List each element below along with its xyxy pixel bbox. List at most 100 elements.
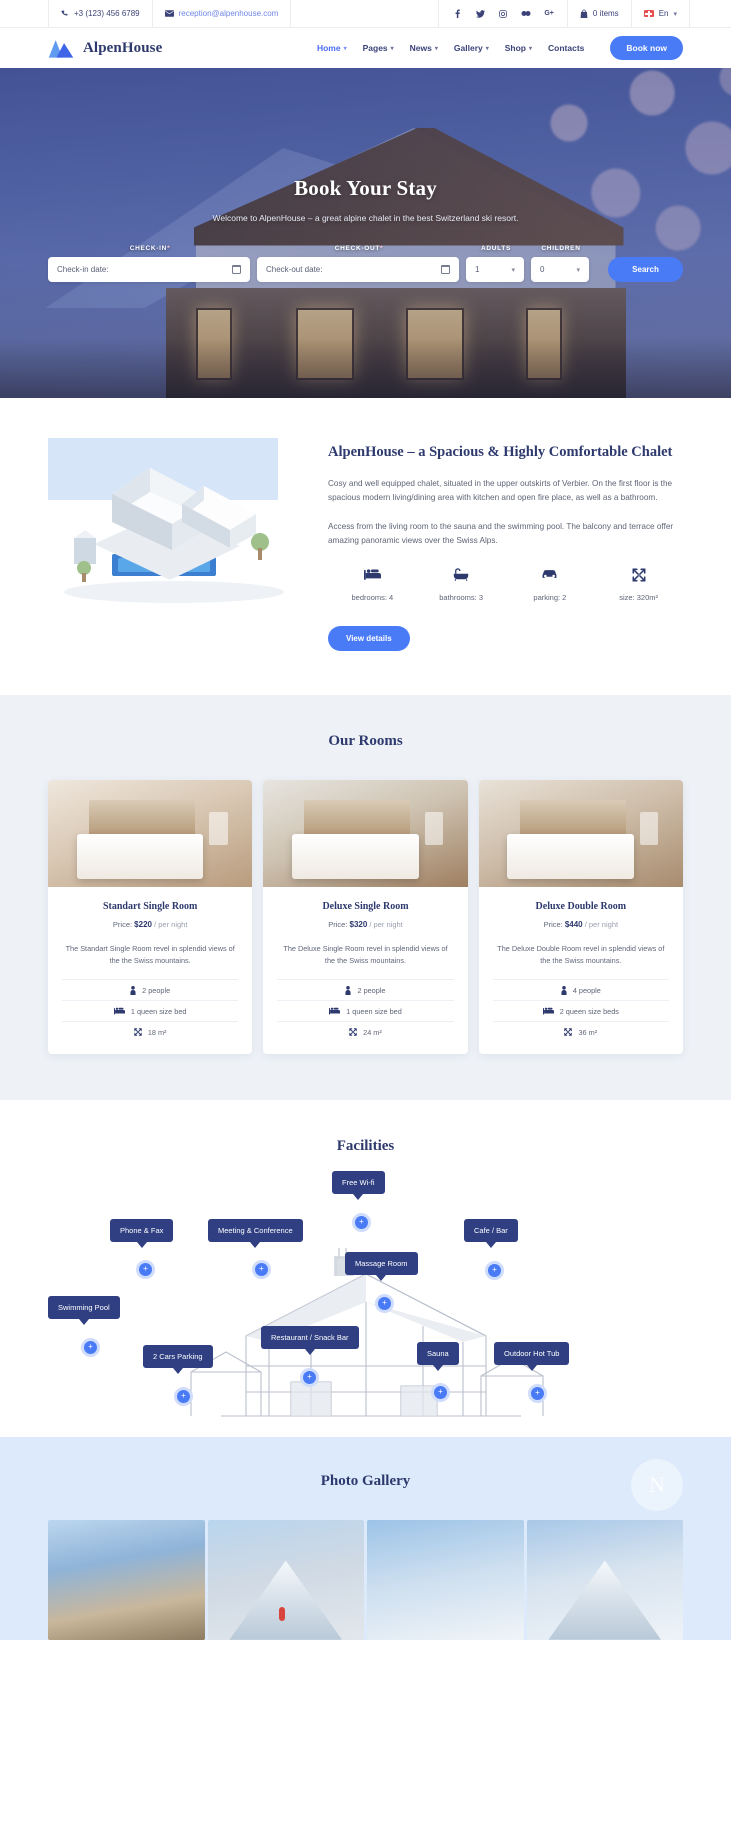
bed-icon: [328, 568, 417, 586]
room-spec-size: 24 m²: [277, 1020, 454, 1042]
facility-tag-restaurant-snack-bar[interactable]: Restaurant / Snack Bar: [261, 1325, 359, 1355]
room-card[interactable]: Deluxe Double Room Price: $440 / per nig…: [478, 780, 683, 1054]
checkout-date-input[interactable]: Check-out date:: [257, 257, 459, 282]
facility-pin-cafe-bar[interactable]: +: [485, 1260, 504, 1280]
facility-pin-massage-room[interactable]: +: [375, 1293, 394, 1313]
facility-pin-phone-fax[interactable]: +: [136, 1259, 155, 1279]
facility-pin-swimming-pool[interactable]: +: [81, 1337, 100, 1357]
email-address[interactable]: reception@alpenhouse.com: [179, 9, 279, 18]
instagram-icon[interactable]: [498, 9, 508, 19]
room-specs: 2 people 1 queen size bed 24 m²: [277, 978, 454, 1042]
required-marker: *: [167, 245, 171, 252]
facility-tag-massage-room[interactable]: Massage Room: [345, 1251, 418, 1281]
facility-tag-phone-fax[interactable]: Phone & Fax: [110, 1218, 174, 1248]
nav-item-news-label: News: [409, 43, 432, 53]
flickr-icon[interactable]: [521, 9, 531, 19]
room-lamp: [209, 812, 228, 845]
facility-tag-2-cars-parking[interactable]: 2 Cars Parking: [143, 1344, 213, 1374]
room-headboard: [519, 799, 626, 837]
view-details-button[interactable]: View details: [328, 626, 410, 652]
book-now-button[interactable]: Book now: [610, 36, 683, 60]
topbar-left-spacer: [0, 0, 48, 27]
checkout-placeholder: Check-out date:: [266, 265, 323, 274]
required-marker: *: [380, 245, 384, 252]
room-card[interactable]: Deluxe Single Room Price: $320 / per nig…: [263, 780, 468, 1054]
nav-item-contacts[interactable]: Contacts: [548, 43, 584, 53]
facility-tag-cafe-bar[interactable]: Cafe / Bar: [464, 1218, 518, 1248]
car-icon: [506, 568, 595, 586]
person-icon: [130, 985, 136, 995]
facility-tag-sauna[interactable]: Sauna: [417, 1341, 459, 1371]
stat-bedrooms: bedrooms: 4: [328, 568, 417, 602]
nav-item-contacts-label: Contacts: [548, 43, 585, 53]
chevron-down-icon: ▾: [511, 266, 515, 274]
nav-item-news[interactable]: News ▾: [410, 43, 438, 53]
room-spec-label: 24 m²: [363, 1027, 382, 1037]
facility-pin-2-cars-parking[interactable]: +: [174, 1386, 193, 1406]
price-value: $320: [349, 920, 368, 930]
facility-tag-swimming-pool[interactable]: Swimming Pool: [48, 1295, 120, 1325]
swiss-flag-icon: [643, 10, 654, 17]
mail-icon: [164, 10, 174, 17]
twitter-icon[interactable]: [475, 9, 485, 19]
facility-label: Phone & Fax: [120, 1225, 164, 1235]
facility-tag-meeting-conference[interactable]: Meeting & Conference: [208, 1218, 303, 1248]
cart-item[interactable]: 0 items: [566, 0, 631, 27]
phone-item[interactable]: +3 (123) 456 6789: [48, 0, 152, 27]
facility-pin-restaurant-snack-bar[interactable]: +: [300, 1367, 319, 1387]
facility-label: 2 Cars Parking: [153, 1351, 203, 1361]
chevron-down-icon: ▾: [390, 45, 394, 52]
calendar-icon[interactable]: [231, 264, 242, 274]
gallery-item[interactable]: [526, 1519, 683, 1640]
children-select[interactable]: 0 ▾: [531, 257, 589, 282]
room-spec-people: 4 people: [492, 978, 669, 1000]
google-plus-icon[interactable]: G+: [544, 9, 554, 19]
room-spec-people: 2 people: [277, 978, 454, 1000]
hero-subtitle: Welcome to AlpenHouse – a great alpine c…: [212, 213, 519, 223]
email-item[interactable]: reception@alpenhouse.com: [151, 0, 291, 27]
calendar-icon[interactable]: [440, 264, 451, 274]
nav-item-shop[interactable]: Shop ▾: [505, 43, 532, 53]
about-content: AlpenHouse – a Spacious & Highly Comfort…: [328, 438, 683, 652]
rooms-title: Our Rooms: [328, 733, 403, 750]
adults-value: 1: [475, 265, 480, 274]
room-photo: [478, 780, 683, 888]
nav-item-home[interactable]: Home ▾: [317, 43, 347, 53]
chevron-down-icon: ▾: [434, 45, 438, 52]
gallery-item[interactable]: [207, 1519, 364, 1640]
about-paragraph-2: Access from the living room to the sauna…: [328, 521, 674, 546]
price-prefix: Price:: [328, 920, 348, 930]
room-price: Price: $320 / per night: [263, 920, 467, 929]
checkin-placeholder: Check-in date:: [57, 265, 109, 274]
stat-parking: parking: 2: [506, 568, 595, 602]
room-card[interactable]: Standart Single Room Price: $220 / per n…: [48, 780, 253, 1054]
language-switcher[interactable]: En ▾: [630, 0, 689, 27]
facility-label: Sauna: [427, 1348, 449, 1358]
stat-bedrooms-label: bedrooms: 4: [351, 593, 394, 603]
room-spec-label: 1 queen size bed: [346, 1006, 402, 1016]
facility-pin-free-wifi[interactable]: +: [352, 1212, 371, 1232]
nav-item-pages[interactable]: Pages ▾: [363, 43, 394, 53]
nav-item-gallery[interactable]: Gallery ▾: [454, 43, 489, 53]
gallery-item[interactable]: [48, 1519, 205, 1640]
facility-pin-meeting-conference[interactable]: +: [252, 1259, 271, 1279]
facility-tag-outdoor-hot-tub[interactable]: Outdoor Hot Tub: [494, 1341, 570, 1371]
facility-label: Restaurant / Snack Bar: [271, 1332, 349, 1342]
facilities-section: Facilities Free Wi-fi + Phone & Fax + Me…: [0, 1099, 731, 1437]
gallery-item[interactable]: [367, 1519, 524, 1640]
facebook-icon[interactable]: [452, 9, 462, 19]
expand-icon: [564, 1028, 573, 1036]
rooms-section: Our Rooms Standart Single Room Price: $2…: [0, 695, 731, 1100]
facility-tag-free-wifi[interactable]: Free Wi-fi: [332, 1170, 385, 1200]
chevron-down-icon: ▾: [485, 45, 489, 52]
adults-select[interactable]: 1 ▾: [466, 257, 524, 282]
facility-pin-outdoor-hot-tub[interactable]: +: [528, 1383, 547, 1403]
brand-logo[interactable]: AlpenHouse: [48, 39, 162, 58]
checkin-date-input[interactable]: Check-in date:: [48, 257, 250, 282]
children-label: CHILDREN: [541, 245, 581, 252]
person-icon: [345, 985, 352, 995]
facility-label: Swimming Pool: [58, 1302, 110, 1312]
facility-pin-sauna[interactable]: +: [431, 1382, 450, 1402]
search-button[interactable]: Search: [608, 257, 683, 282]
gallery-section: Photo Gallery N: [0, 1436, 731, 1640]
